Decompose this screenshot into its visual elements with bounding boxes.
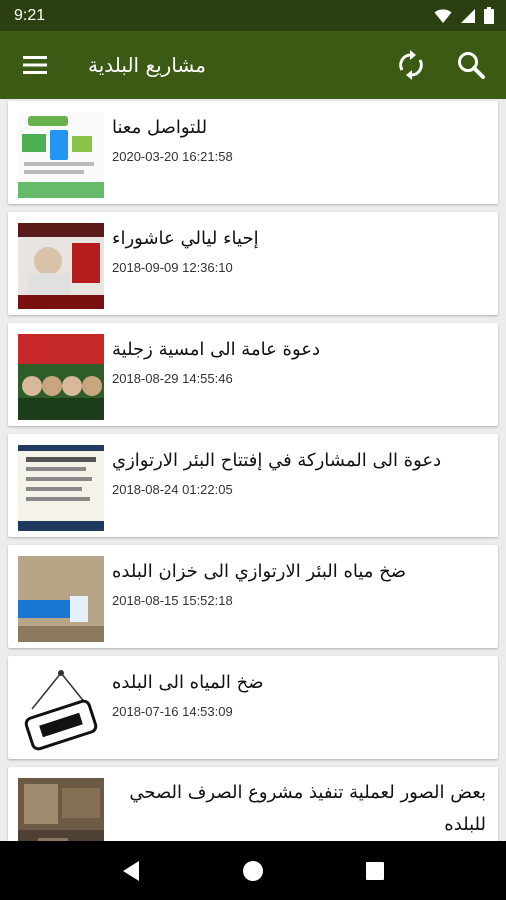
menu-icon xyxy=(23,56,47,74)
post-date: 2018-08-24 01:22:05 xyxy=(112,482,233,497)
home-icon xyxy=(243,860,263,881)
post-title: للتواصل معنا xyxy=(112,117,208,138)
post-title: ضخ مياه البئر الارتوازي الى خزان البلده xyxy=(112,561,407,582)
post-thumbnail xyxy=(18,778,104,841)
back-button[interactable] xyxy=(111,851,151,891)
post-title: دعوة الى المشاركة في إفتتاح البئر الارتو… xyxy=(112,450,442,471)
list-item[interactable]: ضخ مياه البئر الارتوازي الى خزان البلده … xyxy=(8,545,498,648)
page-title: مشاريع البلدية xyxy=(88,53,206,77)
list-item[interactable]: إحياء ليالي عاشوراء 2018-09-09 12:36:10 xyxy=(8,212,498,315)
post-thumbnail xyxy=(18,556,104,642)
post-date: 2018-08-29 14:55:46 xyxy=(112,371,233,386)
app-bar: مشاريع البلدية xyxy=(0,31,506,99)
status-icons xyxy=(434,7,494,24)
home-button[interactable] xyxy=(233,851,273,891)
wifi-icon xyxy=(434,8,452,23)
list-item[interactable]: بعض الصور لعملية تنفيذ مشروع الصرف الصحي… xyxy=(8,767,498,841)
post-date: 2020-03-20 16:21:58 xyxy=(112,149,233,164)
search-icon xyxy=(458,52,485,79)
navigation-bar xyxy=(0,841,506,900)
signal-icon xyxy=(461,8,475,23)
post-title: دعوة عامة الى امسية زجلية xyxy=(112,339,321,360)
recents-icon xyxy=(366,861,384,880)
status-bar: 9:21 xyxy=(0,0,506,31)
menu-button[interactable] xyxy=(18,48,52,82)
recents-button[interactable] xyxy=(355,851,395,891)
post-thumbnail xyxy=(18,112,104,198)
post-date: 2018-07-16 14:53:09 xyxy=(112,704,233,719)
refresh-button[interactable] xyxy=(394,48,428,82)
post-date: 2018-08-15 15:52:18 xyxy=(112,593,233,608)
post-title: بعض الصور لعملية تنفيذ مشروع الصرف الصحي… xyxy=(129,782,486,835)
post-thumbnail xyxy=(18,334,104,420)
list-item[interactable]: دعوة الى المشاركة في إفتتاح البئر الارتو… xyxy=(8,434,498,537)
refresh-icon xyxy=(399,50,423,80)
list-item[interactable]: ضخ المياه الى البلده 2018-07-16 14:53:09 xyxy=(8,656,498,759)
posts-list: للتواصل معنا 2020-03-20 16:21:58 إحياء ل… xyxy=(0,99,506,841)
post-date: 2018-09-09 12:36:10 xyxy=(112,260,233,275)
back-icon xyxy=(123,860,139,881)
search-button[interactable] xyxy=(454,48,488,82)
post-thumbnail xyxy=(18,445,104,531)
status-time: 9:21 xyxy=(14,6,46,24)
list-item[interactable]: للتواصل معنا 2020-03-20 16:21:58 xyxy=(8,101,498,204)
post-title: إحياء ليالي عاشوراء xyxy=(112,228,259,249)
post-thumbnail xyxy=(18,667,104,753)
post-title: ضخ المياه الى البلده xyxy=(112,672,264,693)
post-thumbnail xyxy=(18,223,104,309)
battery-icon xyxy=(484,7,494,24)
list-item[interactable]: دعوة عامة الى امسية زجلية 2018-08-29 14:… xyxy=(8,323,498,426)
